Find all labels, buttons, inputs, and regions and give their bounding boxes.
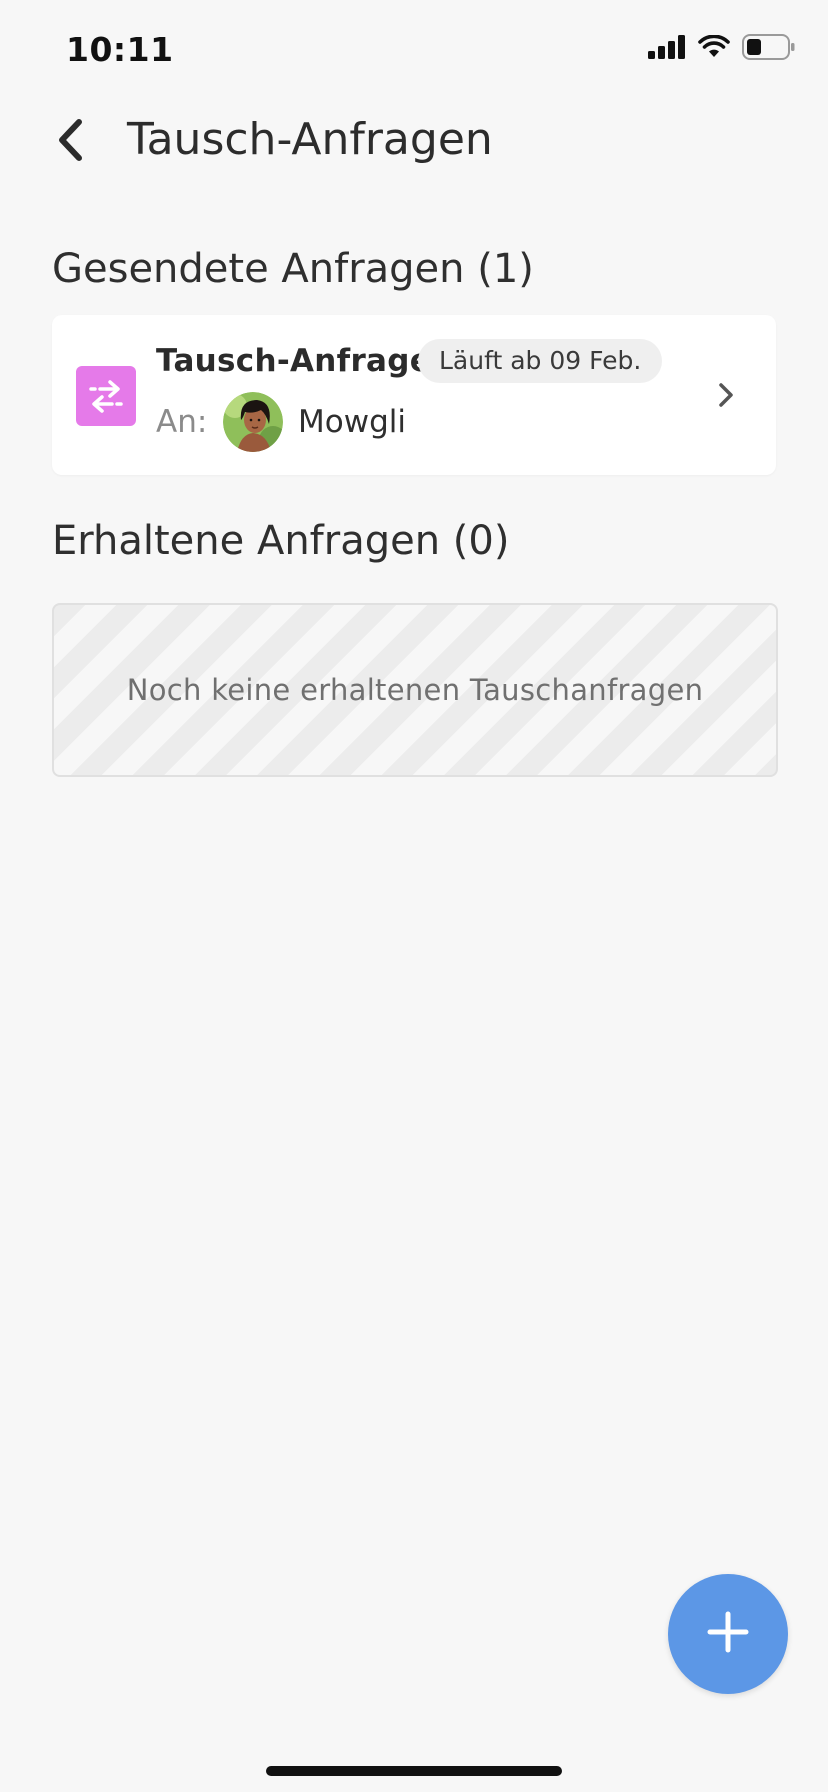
status-bar: 10:11 — [0, 0, 828, 100]
status-icons — [648, 34, 796, 64]
plus-icon — [706, 1610, 750, 1658]
page-title: Tausch-Anfragen — [127, 114, 493, 165]
received-section-title: Erhaltene Anfragen (0) — [52, 518, 510, 564]
expiry-badge: Läuft ab 09 Feb. — [418, 339, 663, 383]
back-button[interactable] — [44, 116, 96, 168]
sent-request-card[interactable]: Tausch-Anfrage Läuft ab 09 Feb. An: Mowg… — [52, 315, 776, 475]
add-request-button[interactable] — [668, 1574, 788, 1694]
chevron-right-icon — [708, 377, 744, 413]
battery-icon — [742, 34, 796, 64]
swap-arrows-icon — [76, 366, 136, 426]
home-indicator — [266, 1766, 562, 1776]
signal-icon — [648, 35, 686, 63]
empty-state: Noch keine erhaltenen Tauschanfragen — [52, 603, 778, 777]
nav-header: Tausch-Anfragen — [0, 100, 828, 180]
chevron-left-icon — [55, 118, 85, 166]
status-time: 10:11 — [66, 30, 174, 69]
empty-state-text: Noch keine erhaltenen Tauschanfragen — [126, 673, 704, 707]
recipient-label: An: — [156, 404, 208, 440]
wifi-icon — [698, 34, 730, 63]
avatar — [223, 392, 283, 452]
recipient-name: Mowgli — [298, 404, 406, 440]
sent-section-title: Gesendete Anfragen (1) — [52, 246, 534, 292]
request-title: Tausch-Anfrage — [156, 343, 432, 379]
